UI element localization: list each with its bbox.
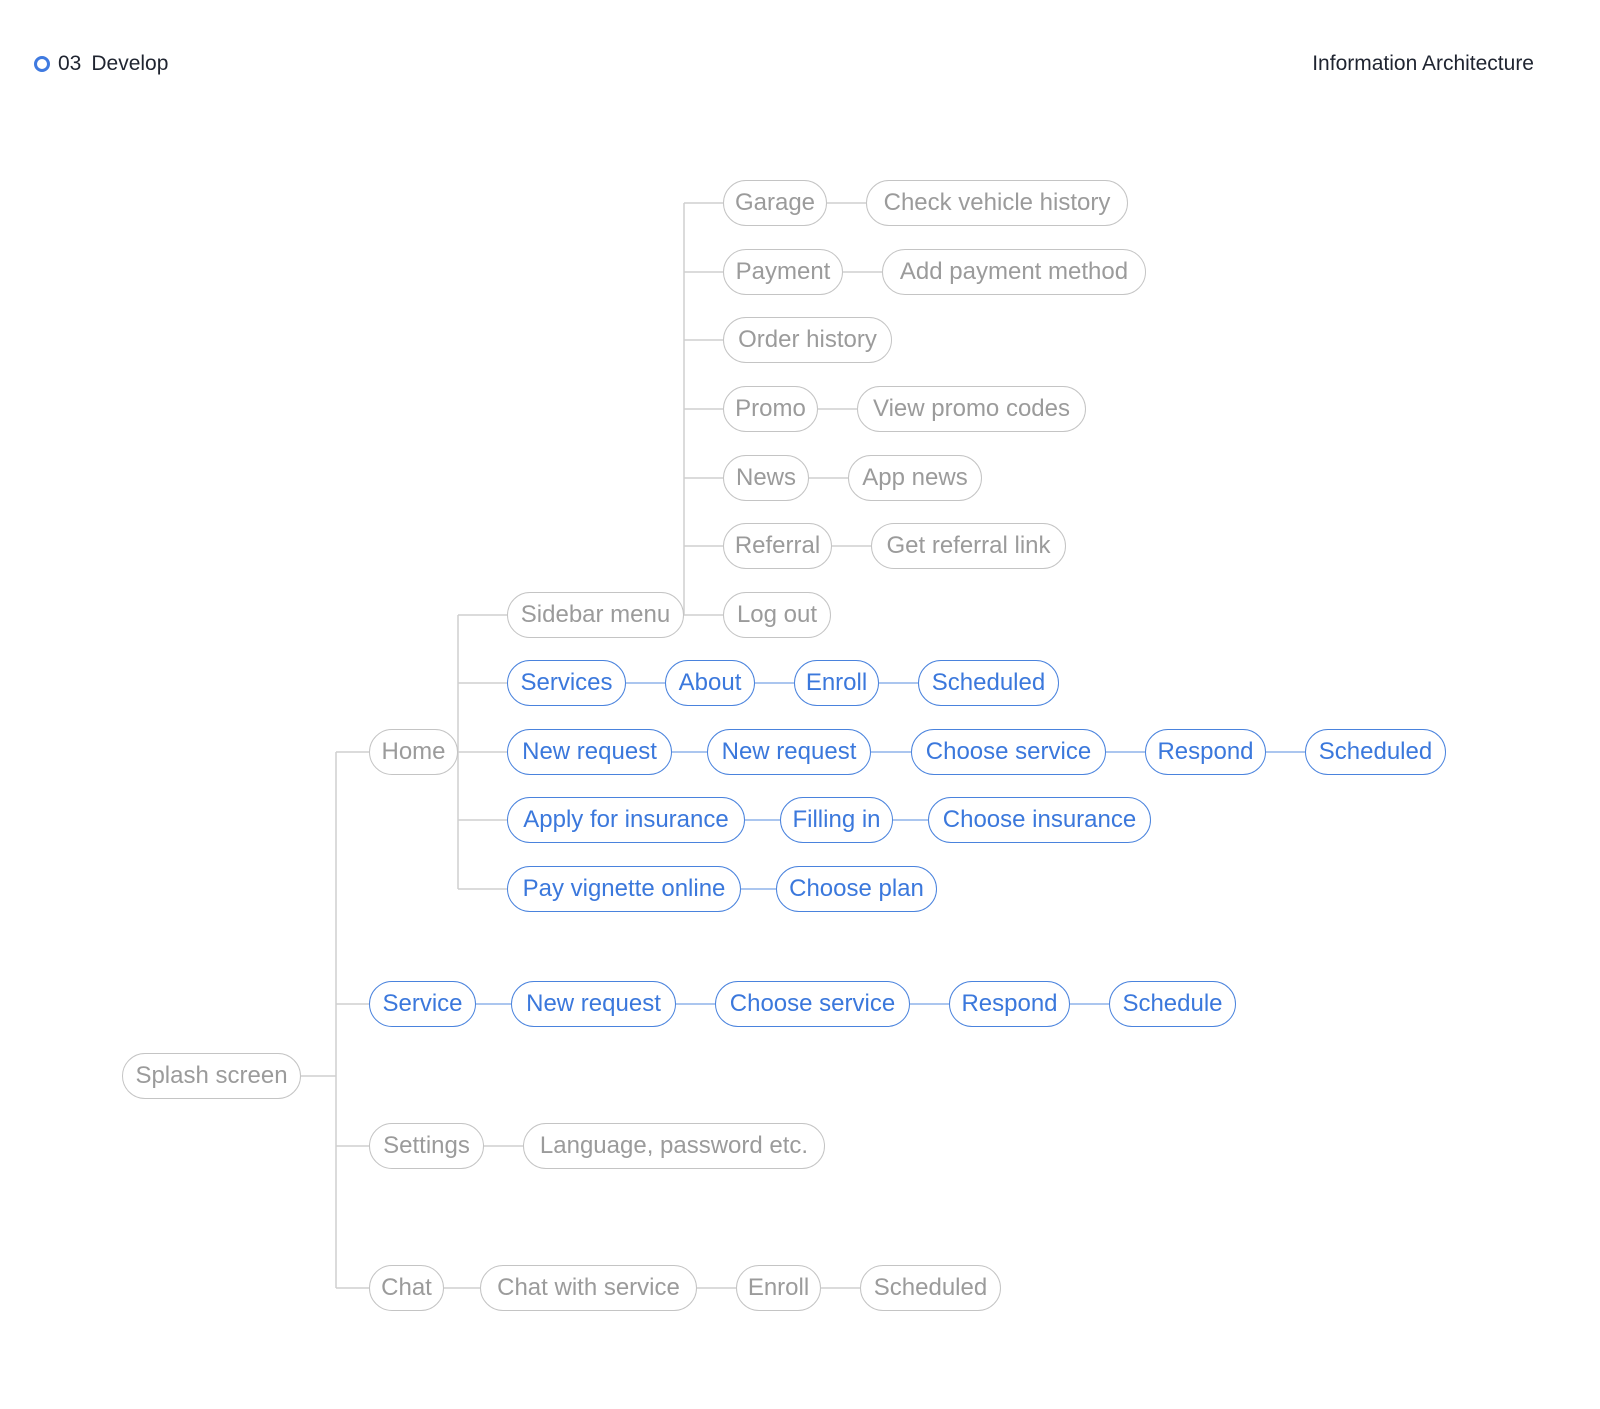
node-check-vehicle-history: Check vehicle history [866,180,1128,226]
node-garage: Garage [723,180,827,226]
node-schedule: Schedule [1109,981,1236,1027]
node-scheduled-3: Scheduled [860,1265,1001,1311]
node-home: Home [369,729,458,775]
node-view-promo-codes: View promo codes [857,386,1086,432]
node-promo: Promo [723,386,818,432]
node-app-news: App news [848,455,982,501]
node-choose-service: Choose service [911,729,1106,775]
node-chat: Chat [369,1265,444,1311]
node-get-referral-link: Get referral link [871,523,1066,569]
node-language-password: Language, password etc. [523,1123,825,1169]
node-service: Service [369,981,476,1027]
node-filling-in: Filling in [780,797,893,843]
node-choose-insurance: Choose insurance [928,797,1151,843]
node-new-request-3: New request [511,981,676,1027]
node-new-request: New request [507,729,672,775]
node-settings: Settings [369,1123,484,1169]
node-enroll-2: Enroll [736,1265,821,1311]
node-respond: Respond [1145,729,1266,775]
node-apply-for-insurance: Apply for insurance [507,797,745,843]
node-services: Services [507,660,626,706]
node-add-payment-method: Add payment method [882,249,1146,295]
node-respond-2: Respond [949,981,1070,1027]
node-choose-plan: Choose plan [776,866,937,912]
node-order-history: Order history [723,317,892,363]
node-choose-service-2: Choose service [715,981,910,1027]
node-splash-screen: Splash screen [122,1053,301,1099]
node-log-out: Log out [723,592,831,638]
node-chat-with-service: Chat with service [480,1265,697,1311]
node-scheduled: Scheduled [918,660,1059,706]
node-new-request-2: New request [707,729,871,775]
node-pay-vignette-online: Pay vignette online [507,866,741,912]
node-enroll: Enroll [794,660,879,706]
node-scheduled-2: Scheduled [1305,729,1446,775]
node-payment: Payment [723,249,843,295]
node-about: About [665,660,755,706]
node-sidebar-menu: Sidebar menu [507,592,684,638]
node-news: News [723,455,809,501]
node-referral: Referral [723,523,832,569]
